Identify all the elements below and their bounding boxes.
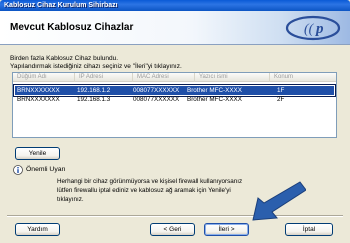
page-title: Mevcut Kablosuz Cihazlar	[10, 22, 134, 33]
window-title: Kablosuz Cihaz Kurulum Sihirbazı	[4, 2, 118, 9]
cell-location: 1F	[277, 87, 285, 94]
column-header-location[interactable]: Konum	[270, 73, 336, 82]
table-header: Düğüm Adı IP Adresi MAC Adresi Yazıcı is…	[13, 73, 336, 82]
note-line-3: tıklayınız.	[57, 196, 84, 203]
refresh-button[interactable]: Yenile	[15, 147, 60, 160]
column-header-ip[interactable]: IP Adresi	[75, 73, 133, 82]
cell-ip: 192.168.1.3	[77, 96, 111, 103]
column-header-mac[interactable]: MAC Adresi	[133, 73, 195, 82]
help-button[interactable]: Yardım	[15, 223, 60, 236]
intro-line-2: Yapılandırmak istediğiniz cihazı seçiniz…	[10, 63, 182, 70]
column-header-printer-name[interactable]: Yazıcı ismi	[195, 73, 270, 82]
info-icon	[13, 165, 23, 175]
cell-node-name: BRNXXXXXXX	[17, 96, 60, 103]
title-bar[interactable]: Kablosuz Cihaz Kurulum Sihirbazı	[0, 0, 350, 11]
note-line-2: lütfen firewallu iptal ediniz ve kablosu…	[57, 187, 231, 194]
cell-node-name: BRNXXXXXXX	[17, 87, 60, 94]
note-line-1: Herhangi bir cihaz görünmüyorsa ve kişis…	[57, 178, 243, 185]
brother-wireless-logo-icon: (( p	[285, 15, 341, 41]
table-row-selected[interactable]: BRNXXXXXXX 192.168.1.2 008077XXXXXX Brot…	[13, 84, 336, 97]
next-button[interactable]: İleri >	[204, 223, 249, 236]
header-panel: Mevcut Kablosuz Cihazlar (( p	[0, 11, 350, 45]
cell-printer-name: Brother MFC-XXXX	[187, 96, 242, 103]
device-list[interactable]: Düğüm Adı IP Adresi MAC Adresi Yazıcı is…	[12, 72, 337, 138]
wizard-window: Kablosuz Cihaz Kurulum Sihirbazı Mevcut …	[0, 0, 350, 243]
cell-mac: 008077XXXXXX	[133, 96, 180, 103]
svg-text:p: p	[314, 21, 324, 37]
note-title: Önemli Uyarı	[26, 166, 66, 173]
column-header-node-name[interactable]: Düğüm Adı	[13, 73, 75, 82]
svg-text:((: ((	[304, 22, 315, 37]
back-button[interactable]: < Geri	[150, 223, 195, 236]
intro-line-1: Birden fazla Kablosuz Cihaz bulundu.	[10, 55, 119, 62]
cell-location: 2F	[277, 96, 285, 103]
cell-printer-name: Brother MFC-XXXX	[187, 87, 242, 94]
cell-mac: 008077XXXXXX	[133, 87, 180, 94]
cell-ip: 192.168.1.2	[77, 87, 111, 94]
cancel-button[interactable]: İptal	[285, 223, 333, 236]
table-row[interactable]: BRNXXXXXXX 192.168.1.3 008077XXXXXX Brot…	[15, 95, 334, 104]
pointer-arrow-icon	[252, 181, 306, 221]
